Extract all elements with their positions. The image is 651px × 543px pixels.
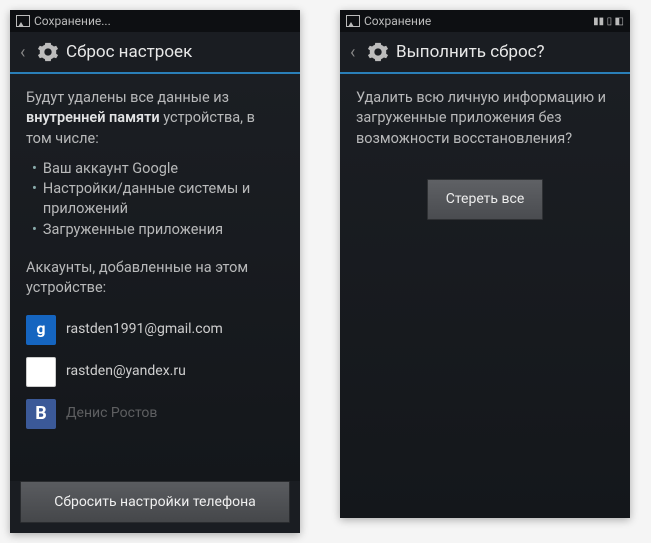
bullet-item: •Настройки/данные системы и приложений xyxy=(32,179,284,220)
status-text: Сохранение xyxy=(364,14,431,28)
account-email: rastden1991@gmail.com xyxy=(66,320,223,340)
erase-all-button[interactable]: Стереть все xyxy=(427,179,544,221)
content-area: Будут удалены все данные из внутренней п… xyxy=(10,74,300,481)
title-bar[interactable]: ‹ Сброс настроек xyxy=(10,32,300,74)
mail-icon: ✉ xyxy=(26,357,56,387)
picture-icon xyxy=(346,15,360,27)
bullet-item: •Загруженные приложения xyxy=(32,220,284,240)
status-bar: Сохранение ▮▮ ▯ ◧ xyxy=(340,10,630,32)
status-text: Сохранение... xyxy=(34,14,111,28)
bullet-text: Загруженные приложения xyxy=(43,220,223,240)
page-title: Сброс настроек xyxy=(66,42,192,62)
confirm-text: Удалить всю личную информацию и загружен… xyxy=(356,88,614,149)
gear-icon xyxy=(366,40,390,64)
phone-screen-right: Сохранение ▮▮ ▯ ◧ ‹ Выполнить сброс? Уда… xyxy=(340,10,630,518)
bullet-text: Настройки/данные системы и приложений xyxy=(43,179,284,220)
accounts-list: g rastden1991@gmail.com ✉ rastden@yandex… xyxy=(26,309,284,435)
accounts-heading: Аккаунты, добавленные на этом устройстве… xyxy=(26,258,284,299)
content-area: Удалить всю личную информацию и загружен… xyxy=(340,74,630,518)
back-chevron-icon[interactable]: ‹ xyxy=(20,42,30,63)
intro-bold: внутренней памяти xyxy=(26,109,160,126)
account-row[interactable]: ✉ rastden@yandex.ru xyxy=(26,351,284,393)
bullet-item: •Ваш аккаунт Google xyxy=(32,159,284,179)
gear-icon xyxy=(36,40,60,64)
title-bar[interactable]: ‹ Выполнить сброс? xyxy=(340,32,630,74)
account-row[interactable]: B Денис Ростов xyxy=(26,393,284,435)
back-chevron-icon[interactable]: ‹ xyxy=(350,42,360,63)
account-email: rastden@yandex.ru xyxy=(66,362,186,382)
reset-settings-button[interactable]: Сбросить настройки телефона xyxy=(20,481,290,523)
bullet-text: Ваш аккаунт Google xyxy=(43,159,178,179)
account-row[interactable]: g rastden1991@gmail.com xyxy=(26,309,284,351)
vk-icon: B xyxy=(26,399,56,429)
picture-icon xyxy=(16,15,30,27)
status-bar: Сохранение... xyxy=(10,10,300,32)
status-right-icons: ▮▮ ▯ ◧ xyxy=(593,16,624,27)
intro-text: Будут удалены все данные из внутренней п… xyxy=(26,88,284,149)
intro-prefix: Будут удалены все данные из xyxy=(26,89,229,106)
bullet-list: •Ваш аккаунт Google •Настройки/данные си… xyxy=(32,159,284,240)
page-title: Выполнить сброс? xyxy=(396,42,545,62)
google-icon: g xyxy=(26,315,56,345)
phone-screen-left: Сохранение... ‹ Сброс настроек Будут уда… xyxy=(10,10,300,533)
account-name: Денис Ростов xyxy=(66,404,157,424)
